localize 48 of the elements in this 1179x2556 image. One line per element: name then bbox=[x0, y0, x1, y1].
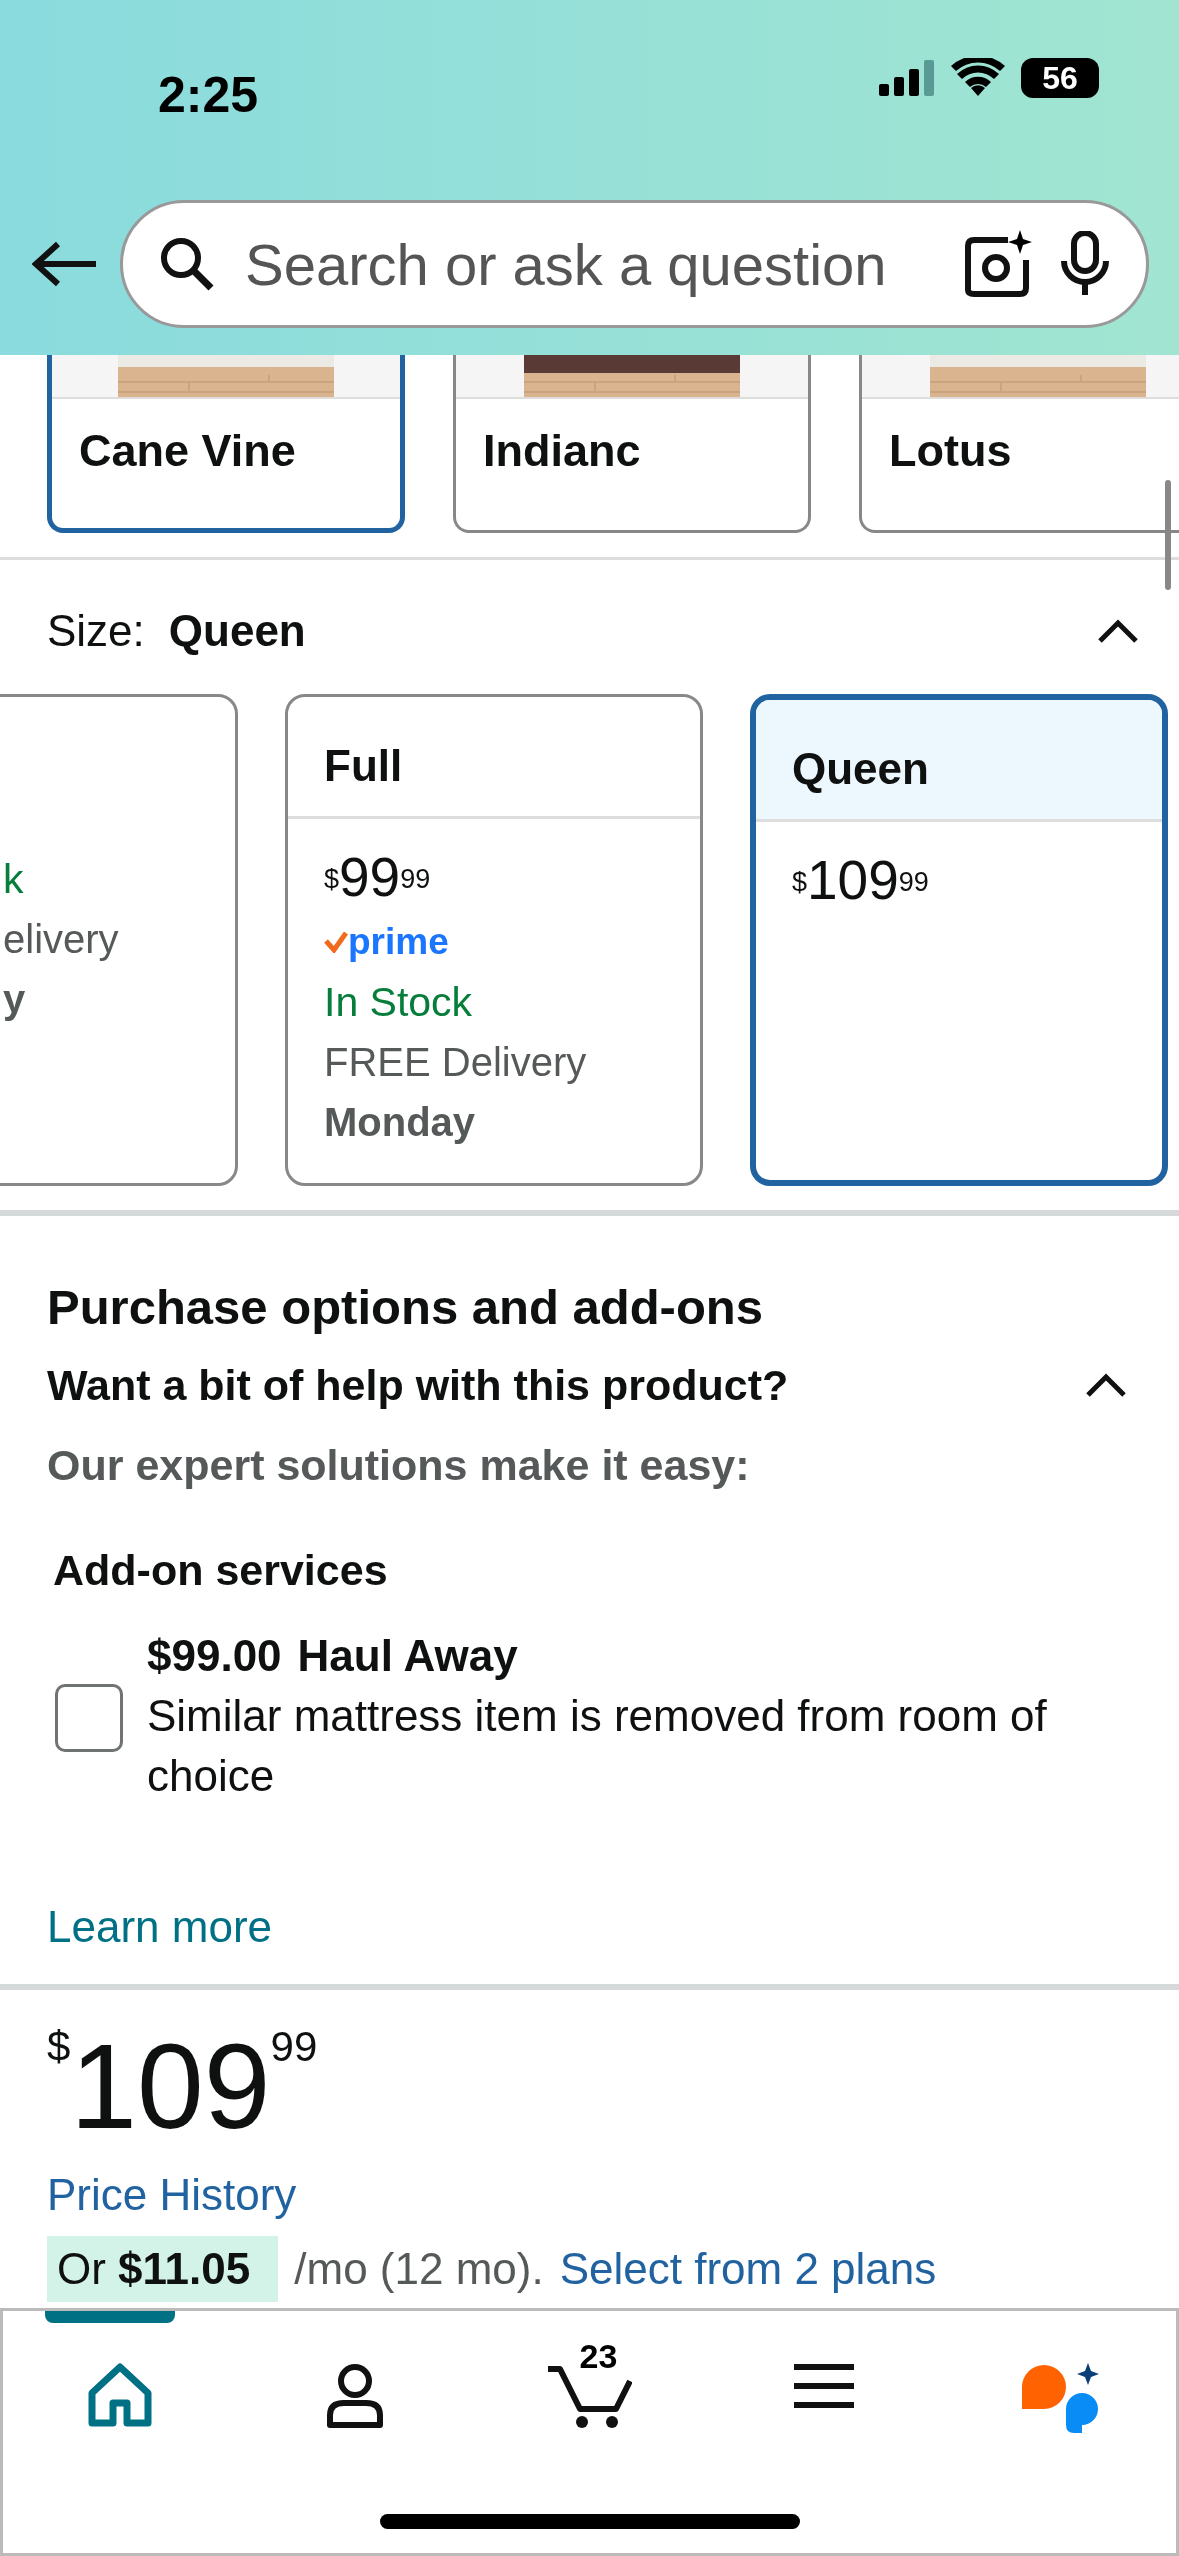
addon-description: Similar mattress item is removed from room of choice bbox=[147, 1690, 1047, 1802]
status-time: 2:25 bbox=[158, 66, 259, 125]
addon-name: Haul Away bbox=[297, 1630, 518, 1682]
chevron-up-icon[interactable] bbox=[1097, 618, 1139, 644]
addons-title: Add-on services bbox=[52, 1544, 389, 1596]
battery-icon: 56 bbox=[1021, 58, 1099, 98]
size-name: Full bbox=[324, 741, 403, 790]
style-option[interactable]: Cane Vine bbox=[47, 355, 405, 533]
search-field[interactable]: Search or ask a question bbox=[243, 219, 936, 309]
style-label: Cane Vine bbox=[78, 424, 297, 478]
wifi-icon bbox=[951, 58, 1005, 98]
stock-status: k bbox=[3, 855, 24, 904]
chevron-up-icon[interactable] bbox=[1085, 1371, 1127, 1398]
search-bar[interactable]: Search or ask a question bbox=[120, 200, 1149, 328]
home-icon[interactable] bbox=[87, 2363, 154, 2427]
installment-text: /mo (12 mo). bbox=[294, 2243, 544, 2295]
delivery-text: FREE Delivery bbox=[324, 1039, 587, 1086]
style-option[interactable]: Indianc bbox=[453, 355, 811, 533]
check-icon bbox=[324, 931, 348, 953]
cart-count: 23 bbox=[579, 2336, 618, 2377]
prime-logo: prime bbox=[324, 912, 449, 972]
stock-status: In Stock bbox=[324, 978, 473, 1027]
installment-badge: Or $11.05 bbox=[47, 2236, 279, 2302]
size-name: Queen bbox=[792, 744, 929, 793]
learn-more-link[interactable]: Learn more bbox=[47, 1894, 272, 1960]
nav-tab[interactable]: 23 bbox=[472, 2311, 707, 2459]
back-arrow-icon[interactable] bbox=[32, 241, 98, 287]
section-title: Purchase options and add-ons bbox=[47, 1279, 765, 1336]
size-option[interactable]: k elivery y bbox=[0, 694, 238, 1186]
microphone-icon[interactable] bbox=[1060, 231, 1110, 297]
price-history-link[interactable]: Price History bbox=[47, 2162, 297, 2228]
plans-link[interactable]: Select from 2 plans bbox=[559, 2236, 937, 2302]
delivery-day: y bbox=[3, 969, 26, 1029]
delivery-day: Monday bbox=[324, 1092, 476, 1152]
help-subtitle: Our expert solutions make it easy: bbox=[47, 1440, 751, 1491]
style-label: Indianc bbox=[482, 424, 642, 478]
search-icon bbox=[159, 236, 215, 292]
size-value: Queen bbox=[168, 605, 306, 657]
checkbox[interactable] bbox=[55, 1684, 123, 1752]
style-label: Lotus bbox=[888, 424, 1013, 478]
style-option[interactable]: Lotus bbox=[859, 355, 1179, 533]
menu-icon[interactable] bbox=[794, 2363, 855, 2409]
delivery-text: elivery bbox=[3, 916, 119, 963]
camera-icon[interactable] bbox=[964, 230, 1032, 298]
signal-icon bbox=[879, 60, 935, 96]
addon-price: $99.00 bbox=[147, 1630, 282, 1682]
help-title: Want a bit of help with this product? bbox=[47, 1359, 789, 1411]
size-label: Size: bbox=[47, 605, 145, 657]
